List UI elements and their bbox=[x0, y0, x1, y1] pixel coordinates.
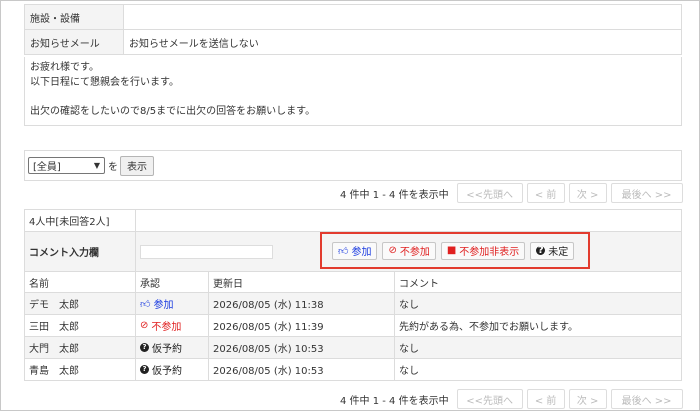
facility-value bbox=[123, 4, 682, 30]
question-circle-icon: ? bbox=[536, 245, 546, 256]
status-tentative: ? 仮予約 bbox=[140, 340, 182, 355]
member-filter-select[interactable]: [全員] ▼ bbox=[28, 157, 105, 174]
row-comment: なし bbox=[394, 336, 682, 359]
prev-page-button[interactable]: < 前 bbox=[526, 183, 565, 203]
member-filter-bar: [全員] ▼ を 表示 bbox=[24, 150, 682, 181]
facility-label: 施設・設備 bbox=[24, 4, 124, 30]
hide-decline-button[interactable]: ■ 不参加非表示 bbox=[440, 241, 526, 260]
column-header-name: 名前 bbox=[24, 271, 136, 293]
notify-mail-value: お知らせメールを送信しない bbox=[123, 29, 682, 55]
undecided-button[interactable]: ? 未定 bbox=[530, 241, 575, 260]
row-comment: 先約がある為、不参加でお願いします。 bbox=[394, 314, 682, 337]
thumbs-up-icon: 👍︎ bbox=[140, 298, 151, 310]
last-page-button[interactable]: 最後へ >> bbox=[610, 183, 683, 203]
question-circle-icon: ? bbox=[140, 365, 149, 374]
chevron-down-icon: ▼ bbox=[93, 161, 100, 170]
row-date: 2026/08/05 (水) 11:38 bbox=[208, 292, 395, 315]
message-line: お疲れ様です。 bbox=[30, 62, 99, 73]
notify-mail-label: お知らせメール bbox=[24, 29, 124, 55]
pager-bottom: 4 件中 1 - 4 件を表示中 <<先頭へ < 前 次 > 最後へ >> bbox=[340, 389, 683, 409]
table-row: デモ 太郎 👍︎ 参加 2026/08/05 (水) 11:38 なし bbox=[24, 292, 682, 315]
thumbs-up-icon: 👍︎ bbox=[338, 245, 349, 257]
comment-input[interactable] bbox=[140, 244, 273, 259]
question-circle-icon: ? bbox=[140, 343, 149, 352]
column-header-status: 承認 bbox=[135, 271, 209, 293]
row-date: 2026/08/05 (水) 10:53 bbox=[208, 336, 395, 359]
ban-icon: ⊘ bbox=[140, 320, 149, 331]
pager-top: 4 件中 1 - 4 件を表示中 <<先頭へ < 前 次 > 最後へ >> bbox=[340, 183, 683, 203]
row-name: 三田 太郎 bbox=[24, 314, 136, 337]
row-date: 2026/08/05 (水) 10:53 bbox=[208, 358, 395, 381]
status-join: 👍︎ 参加 bbox=[140, 298, 174, 312]
first-page-button[interactable]: <<先頭へ bbox=[456, 183, 523, 203]
table-row: 大門 太郎 ? 仮予約 2026/08/05 (水) 10:53 なし bbox=[24, 336, 682, 359]
result-count: 4 件中 1 - 4 件を表示中 bbox=[340, 189, 449, 201]
row-comment: なし bbox=[394, 358, 682, 381]
column-header-comment: コメント bbox=[394, 271, 682, 293]
last-page-button[interactable]: 最後へ >> bbox=[610, 389, 683, 409]
member-filter-selected: [全員] bbox=[33, 162, 61, 173]
ban-icon: ⊘ bbox=[388, 245, 397, 256]
result-count: 4 件中 1 - 4 件を表示中 bbox=[340, 395, 449, 407]
row-name: 大門 太郎 bbox=[24, 336, 136, 359]
decline-button[interactable]: ⊘ 不参加 bbox=[382, 241, 436, 260]
attendance-summary: 4人中[未回答2人] bbox=[24, 209, 136, 232]
row-name: 青島 太郎 bbox=[24, 358, 136, 381]
row-name: デモ 太郎 bbox=[24, 292, 136, 315]
column-header-date: 更新日 bbox=[208, 271, 395, 293]
table-row: 青島 太郎 ? 仮予約 2026/08/05 (水) 10:53 なし bbox=[24, 358, 682, 381]
row-comment: なし bbox=[394, 292, 682, 315]
join-button[interactable]: 👍︎ 参加 bbox=[332, 241, 378, 260]
event-info-table: 施設・設備 お知らせメール お知らせメールを送信しない bbox=[24, 4, 682, 55]
next-page-button[interactable]: 次 > bbox=[568, 389, 607, 409]
status-decline: ⊘ 不参加 bbox=[140, 320, 182, 333]
show-button[interactable]: 表示 bbox=[120, 155, 154, 176]
message-line: 出欠の確認をしたいので8/5までに出欠の回答をお願いします。 bbox=[30, 105, 316, 117]
message-line bbox=[30, 90, 676, 105]
status-tentative: ? 仮予約 bbox=[140, 362, 182, 377]
row-date: 2026/08/05 (水) 11:39 bbox=[208, 314, 395, 337]
attendance-action-group: 👍︎ 参加 ⊘ 不参加 ■ 不参加非表示 ? 未定 bbox=[320, 232, 590, 269]
trash-icon: ■ bbox=[446, 245, 457, 256]
comment-input-label: コメント入力欄 bbox=[24, 231, 136, 272]
first-page-button[interactable]: <<先頭へ bbox=[456, 389, 523, 409]
filter-particle: を bbox=[108, 162, 118, 173]
table-row: 三田 太郎 ⊘ 不参加 2026/08/05 (水) 11:39 先約がある為、不… bbox=[24, 314, 682, 337]
next-page-button[interactable]: 次 > bbox=[568, 183, 607, 203]
message-line: 以下日程にて懇親会を行います。 bbox=[30, 76, 179, 88]
prev-page-button[interactable]: < 前 bbox=[526, 389, 565, 409]
event-message: お疲れ様です。 以下日程にて懇親会を行います。 出欠の確認をしたいので8/5まで… bbox=[24, 57, 682, 126]
